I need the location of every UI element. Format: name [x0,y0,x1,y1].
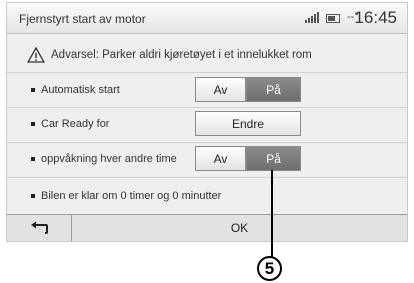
page-title: Fjernstyrt start av motor [19,12,146,26]
back-arrow-icon [31,221,48,234]
ok-button[interactable]: OK [72,215,407,241]
footer-bar: OK [7,214,407,241]
clock: 16:45 [354,8,397,27]
divider [7,177,407,178]
signal-bars-icon [305,12,319,23]
divider [7,142,407,143]
ready-status-text: Bilen er klar om 0 timer og 0 minutter [31,190,221,202]
setting-label: oppvåkning hver andre time [31,153,177,165]
wakeup-off-button[interactable]: Av [195,146,246,171]
divider [7,107,407,108]
automatic-start-on-button[interactable]: På [246,77,301,102]
callout-line [271,170,273,257]
screen: Fjernstyrt start av motor --° 16:45 Adva… [6,2,408,242]
back-button[interactable] [7,215,72,241]
setting-label: Car Ready for [31,118,109,130]
status-bar: Fjernstyrt start av motor --° 16:45 [7,3,407,34]
battery-icon [326,14,340,23]
warning-triangle-icon [27,47,45,63]
status-icons: --° [305,11,359,23]
callout-number: 5 [257,256,282,281]
change-button[interactable]: Endre [195,111,301,136]
warning-message: Advarsel: Parker aldri kjøretøyet i et i… [27,47,312,63]
divider [7,72,407,73]
setting-label: Automatisk start [31,84,120,96]
warning-text: Advarsel: Parker aldri kjøretøyet i et i… [51,49,312,61]
wakeup-on-button[interactable]: På [246,146,301,171]
automatic-start-off-button[interactable]: Av [195,77,246,102]
